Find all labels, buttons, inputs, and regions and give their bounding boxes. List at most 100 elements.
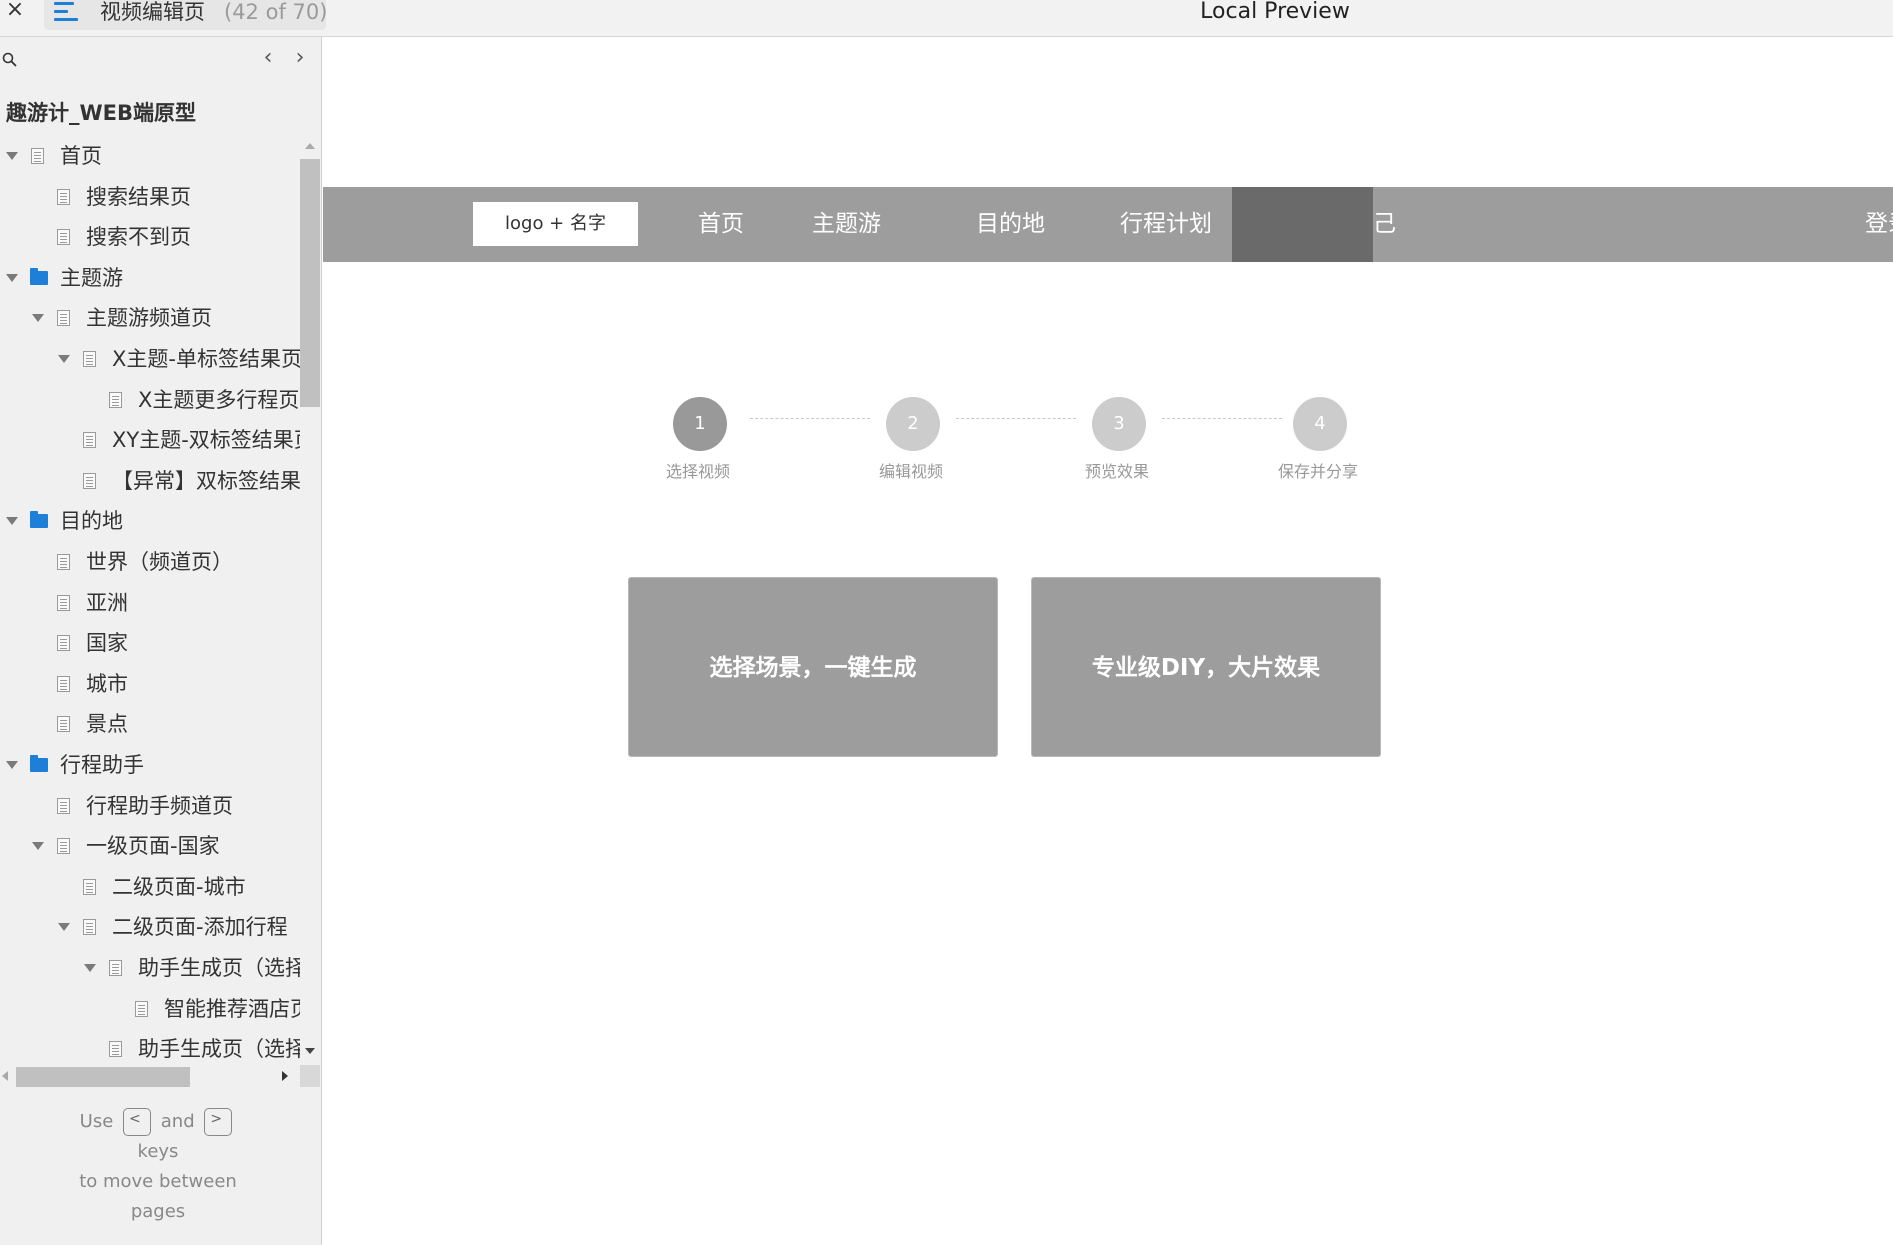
tree-page[interactable]: 首页 (0, 139, 300, 179)
tree-item-label[interactable]: 二级页面-城市 (112, 874, 246, 900)
hint-to-move: to move between (79, 1171, 237, 1192)
tree-page[interactable]: X主题-单标签结果页 (0, 342, 300, 382)
tree-page[interactable]: 世界（频道页） (0, 545, 300, 585)
tree-page[interactable]: 二级页面-城市 (0, 870, 300, 910)
tree-item-label[interactable]: 【异常】双标签结果 (112, 468, 300, 494)
tree-page[interactable]: 亚洲 (0, 586, 300, 626)
tree-item-label[interactable]: 目的地 (60, 508, 123, 534)
tree-page[interactable]: 助手生成页（选择 (0, 1032, 300, 1069)
step-3-circle[interactable]: 3 (1092, 397, 1146, 451)
tree-item-label[interactable]: 一级页面-国家 (86, 833, 220, 859)
tree-item-label[interactable]: 景点 (86, 711, 128, 737)
expand-arrow-icon[interactable] (58, 923, 70, 931)
tree-page[interactable]: 【异常】双标签结果 (0, 464, 300, 504)
scroll-down-arrow-icon[interactable] (305, 1048, 315, 1054)
close-icon[interactable]: × (4, 0, 26, 22)
page-icon (57, 189, 70, 205)
tree-page[interactable]: 一级页面-国家 (0, 829, 300, 869)
project-title: 趣游计_WEB端原型 (6, 101, 197, 125)
keyboard-hint: Use < and > keys to move between pages (40, 1107, 276, 1227)
nav-item-destination[interactable]: 目的地 (976, 187, 1045, 262)
tree-item-label[interactable]: X主题-单标签结果页 (112, 346, 300, 372)
page-icon (83, 351, 96, 367)
tree-page[interactable]: 助手生成页（选择 (0, 951, 300, 991)
nav-item-partial[interactable]: 己 (1373, 187, 1396, 262)
nav-item-active-highlight[interactable] (1232, 187, 1373, 262)
scroll-up-arrow-icon[interactable] (305, 143, 315, 149)
tree-item-label[interactable]: 城市 (86, 671, 128, 697)
search-icon[interactable] (2, 52, 18, 68)
menu-icon[interactable] (54, 2, 78, 22)
horizontal-scrollbar-thumb[interactable] (16, 1067, 190, 1087)
step-connector (750, 418, 870, 419)
page-icon (57, 310, 70, 326)
expand-arrow-icon[interactable] (6, 517, 18, 525)
sidebar: ‹ › 趣游计_WEB端原型 首页搜索结果页搜索不到页主题游主题游频道页 X主题-… (0, 37, 322, 1245)
nav-item-home[interactable]: 首页 (698, 187, 744, 262)
tree-item-label[interactable]: 首页 (60, 143, 102, 169)
page-icon (57, 838, 70, 854)
scroll-right-arrow-icon[interactable] (282, 1071, 288, 1081)
tree-item-label[interactable]: 行程助手频道页 (86, 793, 233, 819)
tree-folder[interactable]: 目的地 (0, 504, 300, 544)
tree-item-label[interactable]: 世界（频道页） (86, 549, 233, 575)
nav-item-theme-tour[interactable]: 主题游 (812, 187, 881, 262)
tree-folder[interactable]: 行程助手 (0, 748, 300, 788)
step-1-label: 选择视频 (665, 462, 730, 481)
next-page-button[interactable]: › (290, 47, 310, 71)
page-icon (109, 960, 122, 976)
login-link[interactable]: 登录 (1865, 187, 1893, 262)
tree-folder[interactable]: 主题游 (0, 261, 300, 301)
tree-page[interactable]: 搜索不到页 (0, 220, 300, 260)
step-connector (1162, 418, 1282, 419)
tree-page[interactable]: 主题游频道页 (0, 301, 300, 341)
previous-page-button[interactable]: ‹ (258, 47, 278, 71)
page-tree: 首页搜索结果页搜索不到页主题游主题游频道页 X主题-单标签结果页 X主题更多行程页 X… (0, 139, 300, 1069)
page-tab[interactable]: 视频编辑页 (42 of 70) (44, 0, 327, 30)
expand-arrow-icon[interactable] (6, 761, 18, 769)
expand-arrow-icon[interactable] (32, 314, 44, 322)
tree-item-label[interactable]: 二级页面-添加行程 (112, 914, 288, 940)
page-icon (57, 635, 70, 651)
vertical-scrollbar-thumb[interactable] (300, 159, 320, 407)
page-icon (83, 919, 96, 935)
folder-icon (30, 755, 48, 772)
quick-generate-card[interactable]: 选择场景，一键生成 (628, 577, 998, 757)
page-icon (109, 392, 122, 408)
scroll-left-arrow-icon[interactable] (2, 1071, 8, 1081)
tree-page[interactable]: 景点 (0, 707, 300, 747)
expand-arrow-icon[interactable] (32, 842, 44, 850)
tree-page[interactable]: 行程助手频道页 (0, 789, 300, 829)
expand-arrow-icon[interactable] (6, 152, 18, 160)
tree-item-label[interactable]: 搜索不到页 (86, 224, 191, 250)
tree-page[interactable]: 智能推荐酒店页 (0, 992, 300, 1032)
expand-arrow-icon[interactable] (6, 274, 18, 282)
page-icon (57, 595, 70, 611)
site-logo[interactable]: logo + 名字 (473, 202, 638, 246)
tree-item-label[interactable]: 亚洲 (86, 590, 128, 616)
tree-item-label[interactable]: 主题游频道页 (86, 305, 212, 331)
expand-arrow-icon[interactable] (84, 964, 96, 972)
step-4-circle[interactable]: 4 (1293, 397, 1347, 451)
tree-item-label[interactable]: 智能推荐酒店页 (164, 996, 300, 1022)
tree-page[interactable]: XY主题-双标签结果页 (0, 423, 300, 463)
tree-item-label[interactable]: 搜索结果页 (86, 184, 191, 210)
page-icon (135, 1001, 148, 1017)
tree-item-label[interactable]: 主题游 (60, 265, 123, 291)
tree-page[interactable]: 城市 (0, 667, 300, 707)
tree-item-label[interactable]: 助手生成页（选择 (138, 1036, 300, 1062)
tree-item-label[interactable]: X主题更多行程页 (138, 387, 299, 413)
expand-arrow-icon[interactable] (58, 355, 70, 363)
tree-page[interactable]: 二级页面-添加行程 (0, 910, 300, 950)
tree-page[interactable]: 搜索结果页 (0, 180, 300, 220)
tree-item-label[interactable]: XY主题-双标签结果页 (112, 427, 300, 453)
tree-item-label[interactable]: 行程助手 (60, 752, 144, 778)
tree-item-label[interactable]: 助手生成页（选择 (138, 955, 300, 981)
tree-page[interactable]: 国家 (0, 626, 300, 666)
step-2-circle[interactable]: 2 (886, 397, 940, 451)
tree-item-label[interactable]: 国家 (86, 630, 128, 656)
tree-page[interactable]: X主题更多行程页 (0, 383, 300, 423)
step-1-circle[interactable]: 1 (673, 397, 727, 451)
nav-item-itinerary[interactable]: 行程计划 (1120, 187, 1212, 262)
pro-diy-card[interactable]: 专业级DIY，大片效果 (1031, 577, 1381, 757)
